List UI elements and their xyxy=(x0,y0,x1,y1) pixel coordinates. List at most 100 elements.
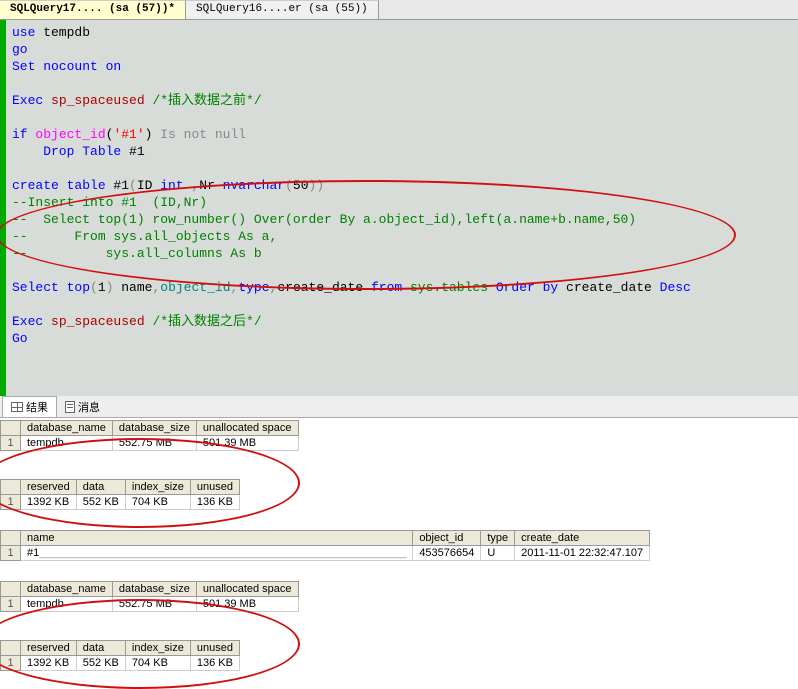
kw: Desc xyxy=(660,280,691,295)
corner xyxy=(1,582,21,597)
cm: --Insert into #1 (ID,Nr) xyxy=(12,195,207,210)
col[interactable]: unallocated space xyxy=(196,582,298,597)
cell[interactable]: #1______________________________________… xyxy=(21,546,413,561)
result-grid[interactable]: reserveddataindex_sizeunused 11392 KB552… xyxy=(0,640,240,671)
n: 1 xyxy=(98,280,106,295)
kw: Select top xyxy=(12,280,90,295)
messages-tab[interactable]: 消息 xyxy=(57,397,108,417)
t: #1 xyxy=(106,178,129,193)
cell[interactable]: 552 KB xyxy=(76,495,125,510)
t: Is not null xyxy=(152,127,246,142)
cell[interactable]: 501.39 MB xyxy=(196,436,298,451)
corner xyxy=(1,421,21,436)
cell[interactable]: 552.75 MB xyxy=(112,597,196,612)
p: ( xyxy=(285,178,293,193)
result-grid[interactable]: reserveddataindex_sizeunused 11392 KB552… xyxy=(0,479,240,510)
cell[interactable]: 2011-11-01 22:32:47.107 xyxy=(515,546,650,561)
fn: object_id xyxy=(28,127,106,142)
name-val: #1 xyxy=(27,547,39,559)
grid-icon xyxy=(11,402,23,412)
col[interactable]: data xyxy=(76,480,125,495)
kw: Drop Table xyxy=(12,144,121,159)
cell[interactable]: 704 KB xyxy=(125,495,190,510)
col[interactable]: unallocated space xyxy=(196,421,298,436)
cell[interactable]: 501.39 MB xyxy=(196,597,298,612)
kw: from xyxy=(371,280,402,295)
col[interactable]: create_date xyxy=(515,531,650,546)
table-row[interactable]: 1tempdb552.75 MB501.39 MB xyxy=(1,597,299,612)
col[interactable]: database_name xyxy=(21,582,113,597)
table-row[interactable]: 11392 KB552 KB704 KB136 KB xyxy=(1,656,240,671)
corner xyxy=(1,531,21,546)
col[interactable]: name xyxy=(21,531,413,546)
msg-icon xyxy=(65,401,75,413)
cm: /*插入数据之后*/ xyxy=(152,314,261,329)
kw: Set nocount on xyxy=(12,59,121,74)
cell[interactable]: 136 KB xyxy=(190,495,239,510)
col[interactable]: index_size xyxy=(125,480,190,495)
t: Nr xyxy=(199,178,222,193)
col[interactable]: reserved xyxy=(21,480,77,495)
cell[interactable]: 552.75 MB xyxy=(112,436,196,451)
tab-active[interactable]: SQLQuery17.... (sa (57))* xyxy=(0,0,186,19)
id: object_id xyxy=(160,280,230,295)
grid-4: database_namedatabase_sizeunallocated sp… xyxy=(0,581,798,671)
results-toolbar: 结果 消息 xyxy=(0,396,798,418)
col[interactable]: database_size xyxy=(112,421,196,436)
messages-label: 消息 xyxy=(78,399,100,415)
result-grid[interactable]: database_namedatabase_sizeunallocated sp… xyxy=(0,420,299,451)
t: create_date xyxy=(558,280,659,295)
sp: sp_spaceused xyxy=(43,314,152,329)
results-tab[interactable]: 结果 xyxy=(2,396,57,417)
table-row[interactable]: 11392 KB552 KB704 KB136 KB xyxy=(1,495,240,510)
kw: Exec xyxy=(12,314,43,329)
col[interactable]: reserved xyxy=(21,641,77,656)
t: name xyxy=(113,280,152,295)
sp: sp_spaceused xyxy=(43,93,152,108)
corner xyxy=(1,480,21,495)
cell[interactable]: 136 KB xyxy=(190,656,239,671)
grid-1: database_namedatabase_sizeunallocated sp… xyxy=(0,420,798,510)
kw: type xyxy=(238,280,269,295)
cell[interactable]: 453576654 xyxy=(413,546,481,561)
col[interactable]: database_name xyxy=(21,421,113,436)
cm: -- sys.all_columns As b xyxy=(12,246,262,261)
cm: -- From sys.all_objects As a, xyxy=(12,229,277,244)
cell[interactable]: U xyxy=(481,546,515,561)
t: , xyxy=(184,178,200,193)
kw: Order by xyxy=(496,280,558,295)
col[interactable]: object_id xyxy=(413,531,481,546)
col[interactable]: unused xyxy=(190,641,239,656)
sql-editor[interactable]: use tempdb go Set nocount on Exec sp_spa… xyxy=(0,20,798,396)
rownum: 1 xyxy=(1,495,21,510)
cell[interactable]: 552 KB xyxy=(76,656,125,671)
col[interactable]: index_size xyxy=(125,641,190,656)
kw: create table xyxy=(12,178,106,193)
pad: ________________________________________… xyxy=(39,547,406,559)
results-label: 结果 xyxy=(26,399,48,415)
result-grid[interactable]: database_namedatabase_sizeunallocated sp… xyxy=(0,581,299,612)
cell[interactable]: 1392 KB xyxy=(21,656,77,671)
p: ( xyxy=(90,280,98,295)
col[interactable]: unused xyxy=(190,480,239,495)
col[interactable]: data xyxy=(76,641,125,656)
corner xyxy=(1,641,21,656)
cell[interactable]: tempdb xyxy=(21,436,113,451)
kw: Exec xyxy=(12,93,43,108)
t: create_date xyxy=(277,280,371,295)
results-area: database_namedatabase_sizeunallocated sp… xyxy=(0,420,798,671)
table-row[interactable]: 1#1_____________________________________… xyxy=(1,546,650,561)
table-row[interactable]: 1tempdb552.75 MB501.39 MB xyxy=(1,436,299,451)
col[interactable]: type xyxy=(481,531,515,546)
cell[interactable]: 704 KB xyxy=(125,656,190,671)
t: ID xyxy=(137,178,160,193)
result-grid[interactable]: nameobject_idtypecreate_date 1#1________… xyxy=(0,530,650,561)
cell[interactable]: tempdb xyxy=(21,597,113,612)
tab-bar: SQLQuery17.... (sa (57))* SQLQuery16....… xyxy=(0,0,798,20)
kw: use xyxy=(12,25,35,40)
cm: /*插入数据之前*/ xyxy=(152,93,261,108)
cell[interactable]: 1392 KB xyxy=(21,495,77,510)
rownum: 1 xyxy=(1,436,21,451)
col[interactable]: database_size xyxy=(112,582,196,597)
tab-inactive[interactable]: SQLQuery16....er (sa (55)) xyxy=(186,0,379,19)
